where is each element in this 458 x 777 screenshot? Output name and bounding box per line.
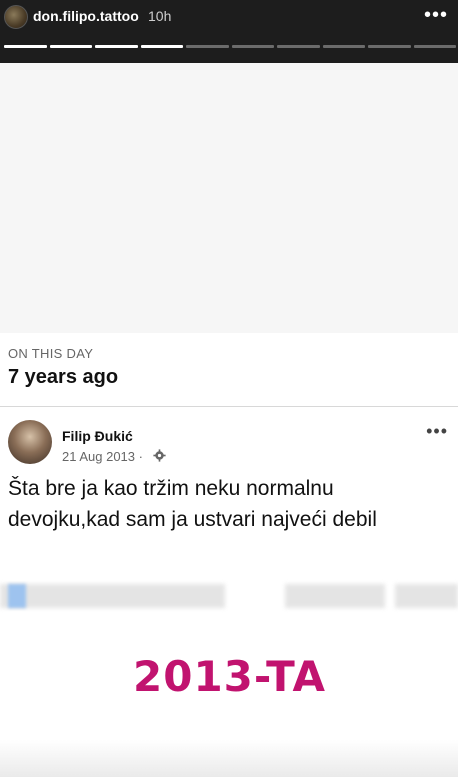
memory-image-area: [0, 63, 458, 333]
blurred-block: [0, 584, 225, 608]
progress-segment: [368, 45, 411, 48]
blurred-block: [395, 584, 458, 608]
blurred-block: [285, 584, 385, 608]
progress-segment: [322, 45, 365, 48]
progress-segment: [49, 45, 92, 48]
post-text: Šta bre ja kao tržim neku normalnu devoj…: [8, 477, 377, 531]
progress-segment: [277, 45, 320, 48]
more-options-icon[interactable]: •••: [424, 4, 448, 27]
profile-avatar[interactable]: [4, 5, 28, 29]
story-time: 10h: [148, 8, 172, 24]
story-username[interactable]: don.filipo.tattoo: [33, 8, 139, 24]
post-more-icon[interactable]: •••: [426, 421, 448, 442]
story-header: don.filipo.tattoo 10h •••: [0, 0, 458, 63]
progress-segment: [140, 45, 183, 48]
progress-segment: [231, 45, 274, 48]
story-progress-bar: [4, 45, 456, 48]
overlay-text: 2013-TA: [133, 652, 327, 701]
blurred-content: [0, 584, 458, 608]
bottom-gradient: [0, 740, 458, 777]
gear-icon: [153, 449, 166, 462]
on-this-day-label: ON THIS DAY: [8, 346, 94, 361]
progress-segment: [95, 45, 138, 48]
post-author-avatar[interactable]: [8, 420, 52, 464]
blurred-block: [8, 584, 26, 608]
divider: [0, 406, 458, 407]
post-date: 21 Aug 2013 ·: [62, 449, 143, 464]
progress-segment: [4, 45, 47, 48]
post-author-name[interactable]: Filip Đukić: [62, 428, 133, 444]
progress-segment: [413, 45, 456, 48]
years-ago-label: 7 years ago: [8, 366, 119, 388]
progress-segment: [186, 45, 229, 48]
